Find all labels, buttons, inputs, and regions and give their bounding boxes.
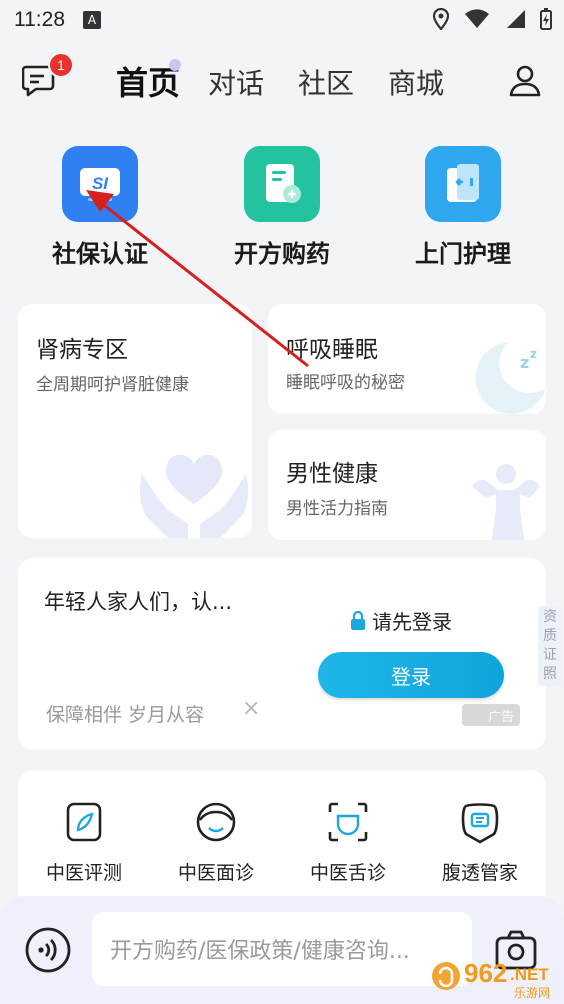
signal-icon [507, 10, 525, 28]
social-security-icon: SI [62, 146, 138, 222]
prescription-icon [244, 146, 320, 222]
kidney-zone-card[interactable]: 肾病专区 全周期呵护肾脏健康 [18, 304, 252, 538]
tab-chat[interactable]: 对话 [208, 62, 264, 102]
card-subtitle: 全周期呵护肾脏健康 [36, 375, 189, 395]
face-diagnosis-icon [196, 802, 236, 842]
tool-label: 中医面诊 [177, 862, 254, 884]
watermark-logo-icon: 962 .NET 乐游网 [432, 958, 550, 1000]
quick-action-social-security[interactable]: SI 社保认证 [25, 146, 175, 269]
ad-close-button[interactable]: × [242, 696, 260, 721]
tool-dialysis-manager[interactable]: 腹透管家 [420, 800, 540, 885]
login-prompt: 请先登录 [350, 606, 452, 635]
tool-label: 中医评测 [45, 862, 122, 884]
quick-action-label: 社保认证 [52, 240, 148, 268]
tool-tongue-diagnosis[interactable]: 中医舌诊 [288, 800, 408, 885]
dialysis-manager-icon [461, 803, 499, 844]
ad-tag-text: 广告 [487, 709, 514, 725]
search-placeholder: 开方购药/医保政策/健康咨询... [110, 939, 410, 964]
card-title: 呼吸睡眠 [286, 337, 378, 363]
watermark-number: 962 [464, 958, 507, 988]
login-prompt-text: 请先登录 [372, 610, 452, 634]
lock-icon [351, 610, 365, 630]
qualification-license-tab[interactable]: 资 质 证 照 [538, 606, 562, 686]
quick-action-label: 上门护理 [415, 240, 511, 268]
side-tag-char: 照 [543, 666, 557, 682]
side-tag-char: 资 [543, 609, 557, 625]
voice-wave-icon [25, 927, 71, 973]
wifi-icon [465, 9, 489, 28]
si-icon-text: SI [92, 174, 109, 193]
tool-face-diagnosis[interactable]: 中医面诊 [156, 800, 276, 885]
ad-title: 年轻人家人们，认... [44, 590, 233, 614]
card-title: 肾病专区 [36, 337, 128, 363]
status-bar: 11:28 A [0, 0, 564, 40]
sleep-breathing-card[interactable]: 呼吸睡眠 睡眠呼吸的秘密 z z [268, 304, 546, 414]
notification-a-icon: A [83, 11, 101, 29]
search-input[interactable]: 开方购药/医保政策/健康咨询... [92, 912, 472, 986]
svg-text:z: z [520, 353, 529, 372]
user-icon [509, 65, 541, 97]
tab-community[interactable]: 社区 [298, 62, 354, 102]
battery-icon [540, 8, 552, 30]
status-icons [432, 8, 552, 30]
location-icon [432, 8, 450, 30]
voice-input-button[interactable] [24, 926, 72, 974]
tool-label: 中医舌诊 [309, 862, 386, 884]
tool-tcm-assessment[interactable]: 中医评测 [24, 800, 144, 885]
tongue-diagnosis-icon [328, 802, 368, 842]
home-care-icon [425, 146, 501, 222]
login-button[interactable]: 登录 [318, 652, 504, 698]
card-title: 男性健康 [286, 461, 378, 487]
quick-action-home-care[interactable]: 上门护理 [388, 146, 538, 269]
moon-sleep-icon: z z [475, 342, 546, 414]
ad-subtitle: 保障相伴 岁月从容 [46, 704, 205, 726]
svg-text:z: z [530, 347, 537, 361]
mens-health-card[interactable]: 男性健康 男性活力指南 [268, 430, 546, 540]
ad-banner[interactable]: 年轻人家人们，认... 保障相伴 岁月从容 × 请先登录 登录 广告 [18, 558, 546, 750]
card-subtitle: 男性活力指南 [286, 499, 388, 519]
tab-mall[interactable]: 商城 [388, 62, 444, 102]
hands-heart-icon [139, 454, 249, 538]
watermark-domain: .NET [510, 965, 549, 984]
quick-action-prescription[interactable]: 开方购药 [207, 146, 357, 269]
muscle-man-icon [472, 464, 540, 540]
top-nav: 1 首页 对话 社区 商城 [0, 52, 564, 112]
profile-button[interactable] [508, 64, 542, 98]
site-watermark: 962 .NET 乐游网 [430, 952, 560, 1000]
status-time: 11:28 [14, 8, 65, 31]
card-subtitle: 睡眠呼吸的秘密 [286, 373, 405, 393]
tcm-assessment-icon [66, 802, 102, 842]
message-count-badge: 1 [48, 52, 74, 78]
watermark-site-name: 乐游网 [514, 986, 550, 1000]
ad-tag: 广告 [462, 704, 520, 726]
side-tag-char: 质 [543, 628, 557, 644]
active-tab-dot-icon [169, 59, 181, 71]
quick-action-label: 开方购药 [234, 240, 330, 268]
tool-label: 腹透管家 [441, 862, 518, 884]
side-tag-char: 证 [543, 647, 557, 663]
